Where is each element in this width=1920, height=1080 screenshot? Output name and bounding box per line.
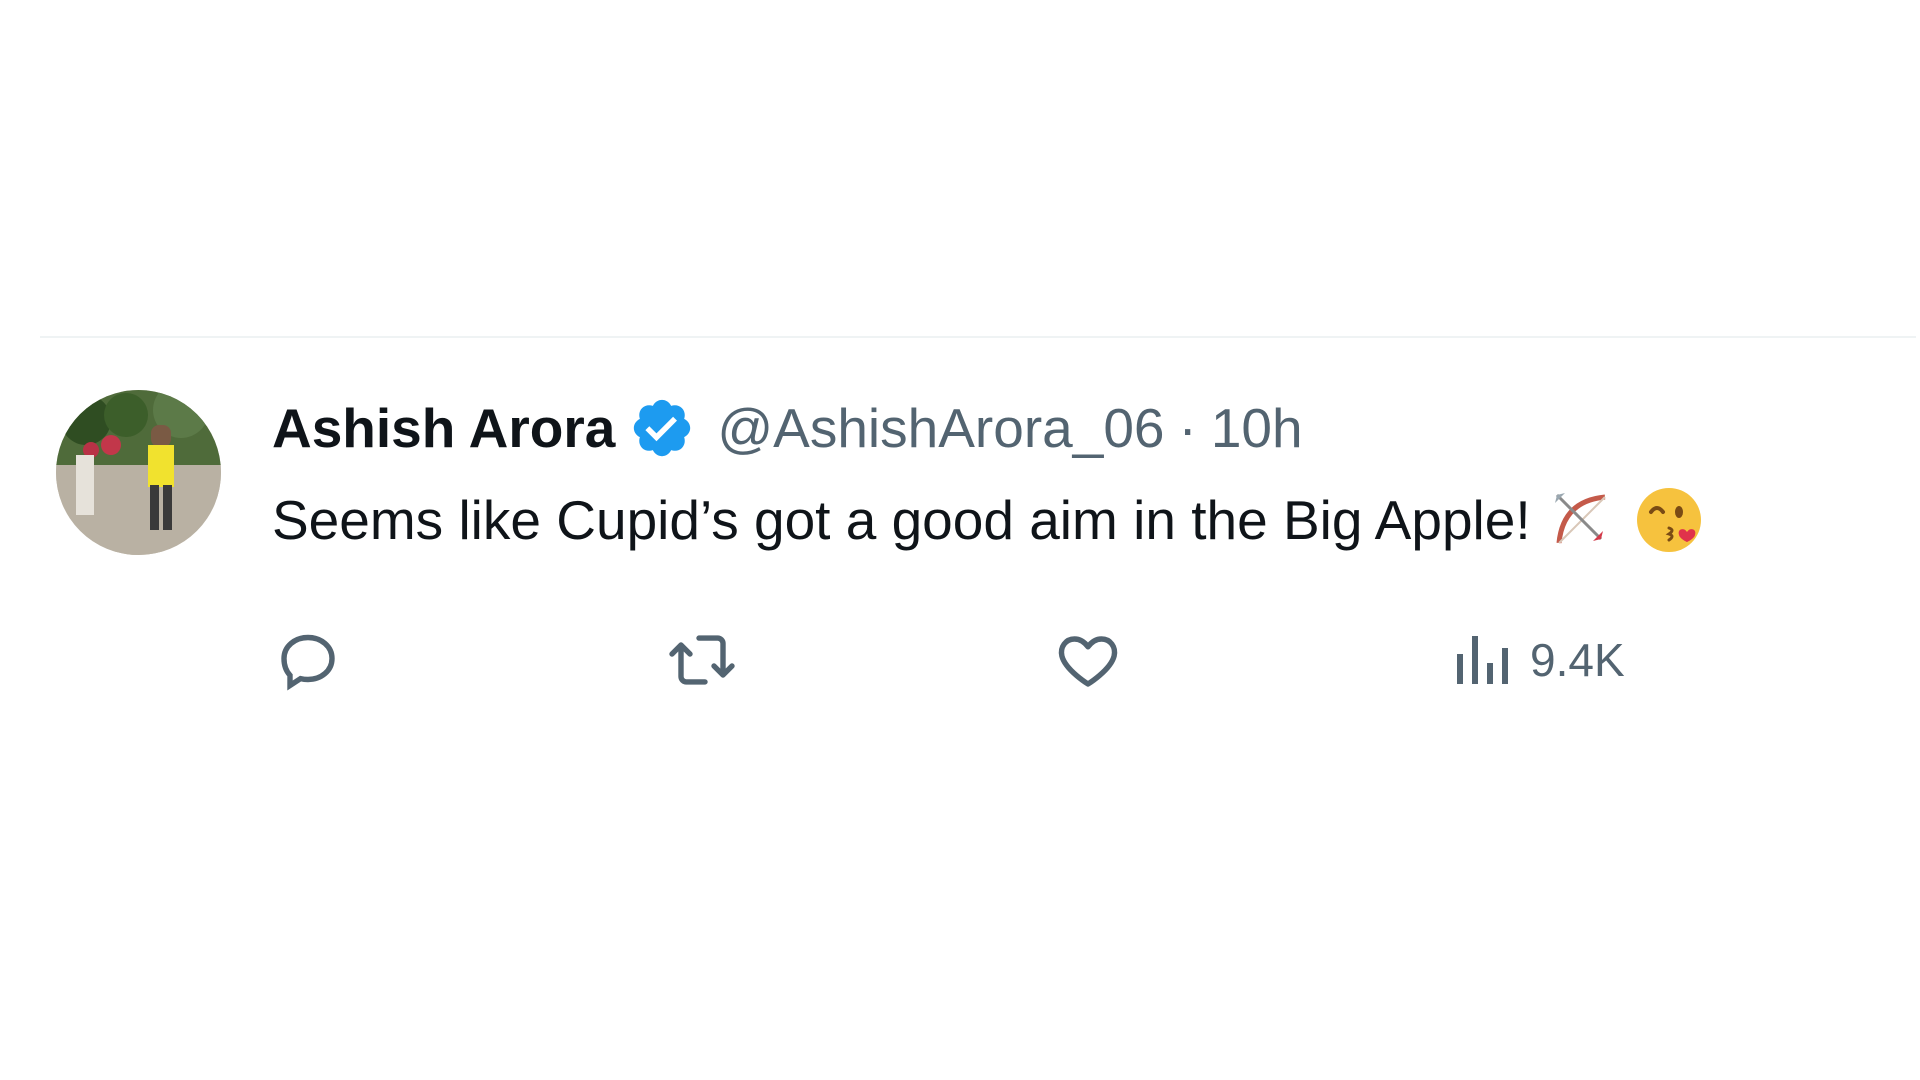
avatar[interactable] (56, 390, 221, 555)
separator-dot: · (1178, 397, 1197, 459)
verified-badge-icon (629, 395, 695, 461)
tweet-actions: 9.4K (272, 620, 1920, 700)
author-name[interactable]: Ashish Arora (272, 396, 615, 460)
avatar-photo (56, 390, 221, 555)
kissing-face-emoji-icon (1633, 484, 1705, 556)
author-handle[interactable]: @AshishArora_06 (717, 396, 1164, 460)
tweet-content: Ashish Arora @AshishArora_06 · 10h Seems… (272, 390, 1916, 556)
views-count: 9.4K (1530, 634, 1625, 686)
divider (40, 336, 1916, 338)
reply-button[interactable] (272, 620, 344, 700)
tweet-time[interactable]: 10h (1211, 396, 1303, 460)
like-button[interactable] (1052, 620, 1124, 700)
bow-and-arrow-emoji-icon (1549, 487, 1615, 553)
reply-icon (281, 634, 335, 691)
tweet-text: Seems like Cupid’s got a good aim in the… (272, 489, 1531, 551)
views-button[interactable]: 9.4K (1442, 620, 1625, 700)
heart-icon (1058, 636, 1118, 687)
views-icon (1457, 636, 1508, 684)
retweet-icon (669, 635, 735, 685)
tweet[interactable]: Ashish Arora @AshishArora_06 · 10h Seems… (56, 390, 1916, 710)
tweet-text-row: Seems like Cupid’s got a good aim in the… (272, 484, 1916, 556)
page: Ashish Arora @AshishArora_06 · 10h Seems… (0, 0, 1920, 1080)
retweet-button[interactable] (662, 620, 742, 700)
tweet-header: Ashish Arora @AshishArora_06 · 10h (272, 390, 1916, 466)
